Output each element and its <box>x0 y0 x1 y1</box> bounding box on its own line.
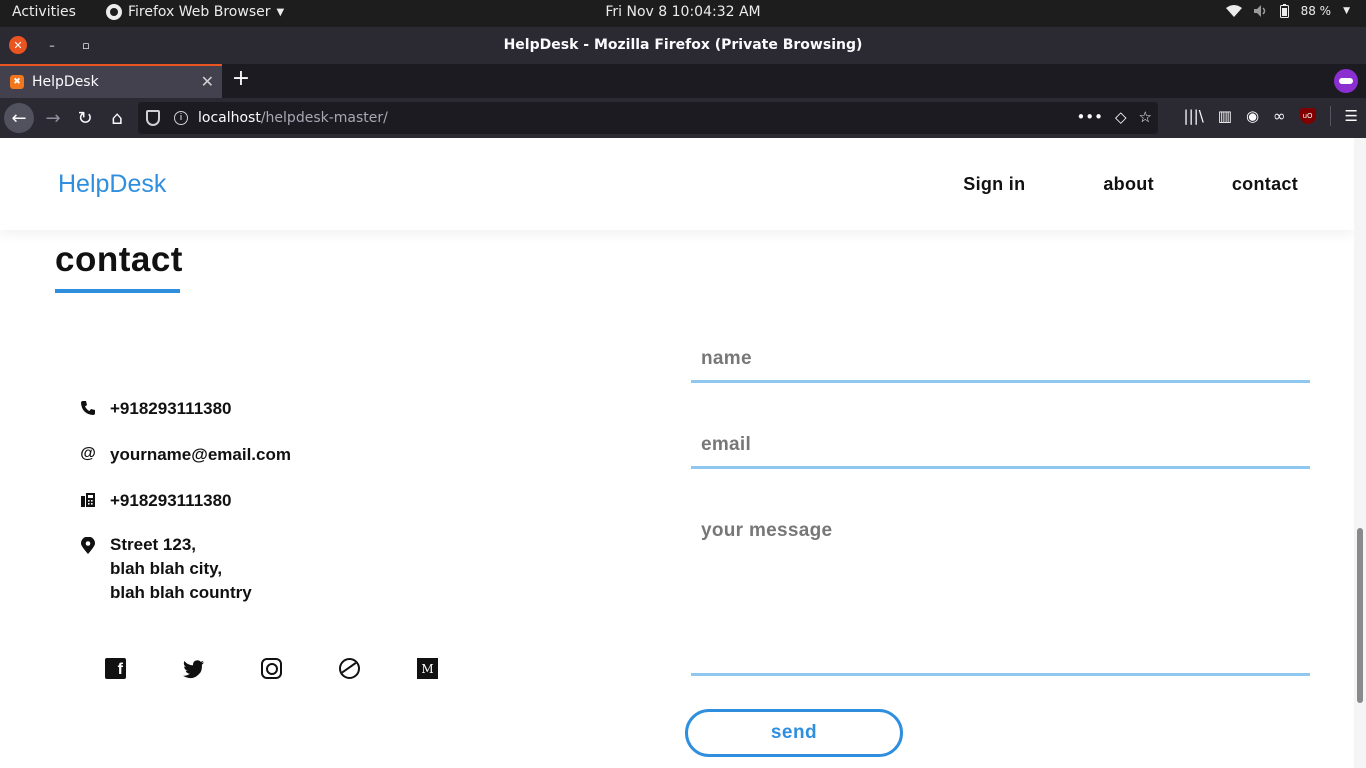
url-path: /helpdesk-master/ <box>260 110 388 126</box>
bookmark-star-icon[interactable]: ☆ <box>1139 108 1152 126</box>
section-title: contact <box>55 240 183 279</box>
contact-phone-row: +918293111380 <box>79 399 232 419</box>
phone-icon <box>79 399 97 417</box>
message-textarea[interactable]: your message <box>691 518 1310 676</box>
url-host: localhost <box>198 110 261 126</box>
ublock-origin-icon[interactable]: uO <box>1299 108 1316 124</box>
page-viewport: HelpDesk Sign in about contact contact +… <box>0 138 1354 768</box>
url-bar[interactable]: i localhost/helpdesk-master/ ••• ◇ ☆ <box>138 102 1158 134</box>
firefox-icon <box>106 4 122 20</box>
nav-toolbar: ← → ↻ ⌂ i localhost/helpdesk-master/ •••… <box>0 98 1366 138</box>
url-text[interactable]: localhost/helpdesk-master/ <box>198 110 388 126</box>
send-button[interactable]: send <box>685 709 903 757</box>
dribbble-icon[interactable] <box>339 658 360 679</box>
medium-icon[interactable]: M <box>417 658 438 679</box>
site-header: HelpDesk Sign in about contact <box>0 138 1354 230</box>
map-pin-icon <box>79 536 97 554</box>
window-titlebar: ✕ – ▫ HelpDesk - Mozilla Firefox (Privat… <box>0 27 1366 64</box>
back-button[interactable]: ← <box>4 103 34 133</box>
new-tab-button[interactable]: + <box>230 68 252 92</box>
contact-phone: +918293111380 <box>110 399 232 418</box>
private-browsing-icon <box>1334 69 1358 93</box>
pocket-icon[interactable]: ◇ <box>1115 108 1127 126</box>
app-menu-label: Firefox Web Browser <box>128 4 271 20</box>
email-placeholder: email <box>701 434 752 455</box>
page-actions-icon[interactable]: ••• <box>1076 108 1103 126</box>
chevron-down-icon: ▼ <box>276 6 285 18</box>
wifi-icon <box>1225 5 1242 17</box>
tab-strip: ✖ HelpDesk ✕ + <box>0 64 1366 98</box>
nav-contact-link[interactable]: contact <box>1232 174 1298 195</box>
forward-button[interactable]: → <box>38 103 68 133</box>
contact-email: yourname@email.com <box>110 445 291 464</box>
private-mask-icon[interactable]: ∞ <box>1273 107 1286 125</box>
facebook-icon[interactable]: f <box>105 658 126 679</box>
tracking-protection-shield-icon[interactable] <box>146 110 160 126</box>
contact-address-row: Street 123, blah blah city, blah blah co… <box>79 533 252 605</box>
volume-icon <box>1253 5 1268 17</box>
address-line: blah blah country <box>110 583 252 602</box>
tab-helpdesk[interactable]: ✖ HelpDesk ✕ <box>0 64 222 98</box>
nav-about-link[interactable]: about <box>1103 174 1154 195</box>
account-icon[interactable]: ◉ <box>1246 107 1259 125</box>
tab-close-icon[interactable]: ✕ <box>201 72 214 91</box>
contact-fax: +918293111380 <box>110 491 232 510</box>
reload-button[interactable]: ↻ <box>70 103 100 133</box>
system-tray[interactable]: 88 % ▼ <box>1225 4 1350 18</box>
fax-icon <box>79 491 97 509</box>
social-links: f M <box>105 658 438 679</box>
library-icon[interactable]: |||\ <box>1184 107 1204 125</box>
contact-address: Street 123, blah blah city, blah blah co… <box>110 533 252 605</box>
scrollbar-thumb[interactable] <box>1357 528 1363 703</box>
activities-button[interactable]: Activities <box>12 4 76 20</box>
window-title: HelpDesk - Mozilla Firefox (Private Brow… <box>503 37 863 53</box>
site-info-icon[interactable]: i <box>174 111 188 125</box>
site-brand-link[interactable]: HelpDesk <box>58 170 166 199</box>
nav-sign-in-link[interactable]: Sign in <box>963 174 1025 195</box>
app-menu[interactable]: Firefox Web Browser ▼ <box>106 4 284 20</box>
battery-percent: 88 % <box>1300 4 1332 18</box>
home-button[interactable]: ⌂ <box>102 103 132 133</box>
os-top-bar: Activities Firefox Web Browser ▼ Fri Nov… <box>0 0 1366 27</box>
contact-email-row: @ yourname@email.com <box>79 445 291 465</box>
page-scrollbar[interactable] <box>1354 138 1366 768</box>
site-nav: Sign in about contact <box>963 174 1298 195</box>
twitter-icon[interactable] <box>183 658 204 679</box>
system-menu-chevron-icon: ▼ <box>1343 6 1350 16</box>
tab-label: HelpDesk <box>32 74 99 90</box>
message-placeholder: your message <box>701 520 833 541</box>
at-sign-icon: @ <box>80 445 96 462</box>
instagram-icon[interactable] <box>261 658 282 679</box>
toolbar-separator <box>1329 106 1331 126</box>
title-underline <box>55 289 180 293</box>
xampp-favicon-icon: ✖ <box>10 75 24 89</box>
contact-fax-row: +918293111380 <box>79 491 232 511</box>
sidebar-icon[interactable]: ▥ <box>1218 107 1232 125</box>
address-line: blah blah city, <box>110 559 223 578</box>
email-input[interactable]: email <box>691 432 1310 469</box>
name-input[interactable]: name <box>691 346 1310 383</box>
hamburger-menu-icon[interactable]: ☰ <box>1345 107 1358 125</box>
battery-icon <box>1279 4 1289 18</box>
name-placeholder: name <box>701 348 752 369</box>
address-line: Street 123, <box>110 535 196 554</box>
